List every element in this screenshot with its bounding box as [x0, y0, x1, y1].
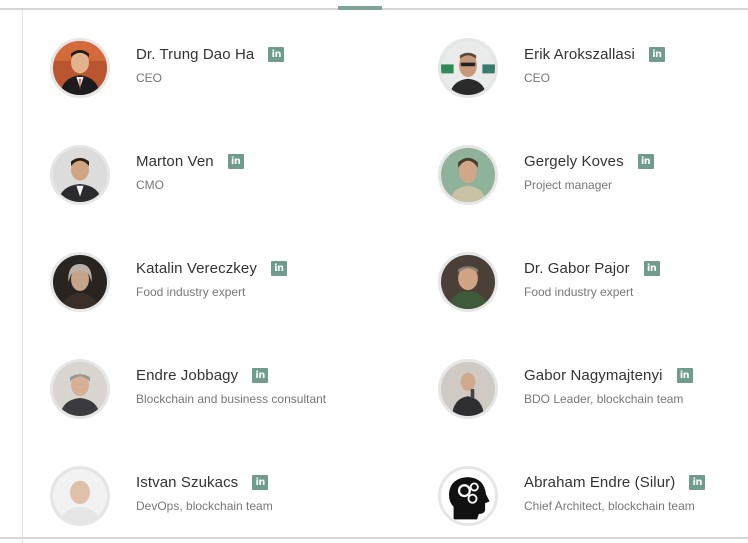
member-role: CEO [524, 71, 551, 85]
member-name: Abraham Endre (Silur) [524, 474, 676, 491]
member-role: DevOps, blockchain team [136, 499, 273, 513]
avatar [438, 466, 498, 526]
team-grid: Dr. Trung Dao Ha in CEO Erik Arokszallas… [0, 0, 748, 543]
linkedin-icon[interactable]: in [648, 47, 665, 62]
linkedin-icon[interactable]: in [643, 261, 660, 276]
team-member-card: Dr. Gabor Pajor in Food industry expert [438, 252, 748, 322]
bottom-divider [0, 537, 748, 539]
member-name: Dr. Gabor Pajor [524, 260, 630, 277]
person-photo-icon [53, 469, 107, 523]
person-photo-icon [441, 362, 495, 416]
linkedin-icon[interactable]: in [268, 47, 285, 62]
person-photo-icon [53, 148, 107, 202]
person-photo-icon [53, 362, 107, 416]
person-photo-icon [441, 255, 495, 309]
member-role: CMO [136, 178, 164, 192]
member-name: Katalin Vereczkey [136, 260, 257, 277]
person-photo-icon [441, 41, 495, 95]
linkedin-icon[interactable]: in [676, 368, 693, 383]
avatar [50, 466, 110, 526]
member-name: Erik Arokszallasi [524, 46, 635, 63]
linkedin-icon[interactable]: in [227, 154, 244, 169]
team-member-card: Marton Ven in CMO [50, 145, 380, 215]
member-role: Project manager [524, 178, 613, 192]
linkedin-icon[interactable]: in [252, 475, 269, 490]
member-name: Marton Ven [136, 153, 214, 170]
team-member-card: Gergely Koves in Project manager [438, 145, 748, 215]
team-member-card: Abraham Endre (Silur) in Chief Architect… [438, 466, 748, 536]
member-role: CEO [136, 71, 163, 85]
member-name: Gergely Koves [524, 153, 624, 170]
member-role: Blockchain and business consultant [136, 392, 327, 406]
avatar [438, 359, 498, 419]
linkedin-icon[interactable]: in [252, 368, 269, 383]
avatar [438, 38, 498, 98]
member-role: Food industry expert [524, 285, 634, 299]
avatar [438, 145, 498, 205]
linkedin-icon[interactable]: in [270, 261, 287, 276]
linkedin-icon[interactable]: in [689, 475, 706, 490]
person-photo-icon [441, 148, 495, 202]
member-name: Istvan Szukacs [136, 474, 239, 491]
member-role: Chief Architect, blockchain team [524, 499, 695, 513]
member-role: Food industry expert [136, 285, 246, 299]
member-role: BDO Leader, blockchain team [524, 392, 684, 406]
team-member-card: Katalin Vereczkey in Food industry exper… [50, 252, 380, 322]
person-photo-icon [53, 41, 107, 95]
person-photo-icon [53, 255, 107, 309]
team-member-card: Erik Arokszallasi in CEO [438, 38, 748, 108]
linkedin-icon[interactable]: in [637, 154, 654, 169]
avatar [438, 252, 498, 312]
member-name: Gabor Nagymajtenyi [524, 367, 663, 384]
team-member-card: Istvan Szukacs in DevOps, blockchain tea… [50, 466, 380, 536]
member-name: Endre Jobbagy [136, 367, 239, 384]
avatar [50, 145, 110, 205]
avatar [50, 359, 110, 419]
team-member-card: Dr. Trung Dao Ha in CEO [50, 38, 380, 108]
team-member-card: Gabor Nagymajtenyi in BDO Leader, blockc… [438, 359, 748, 429]
team-member-card: Endre Jobbagy in Blockchain and business… [50, 359, 380, 429]
avatar [50, 38, 110, 98]
member-name: Dr. Trung Dao Ha [136, 46, 255, 63]
avatar [50, 252, 110, 312]
head-gears-icon [441, 469, 495, 523]
